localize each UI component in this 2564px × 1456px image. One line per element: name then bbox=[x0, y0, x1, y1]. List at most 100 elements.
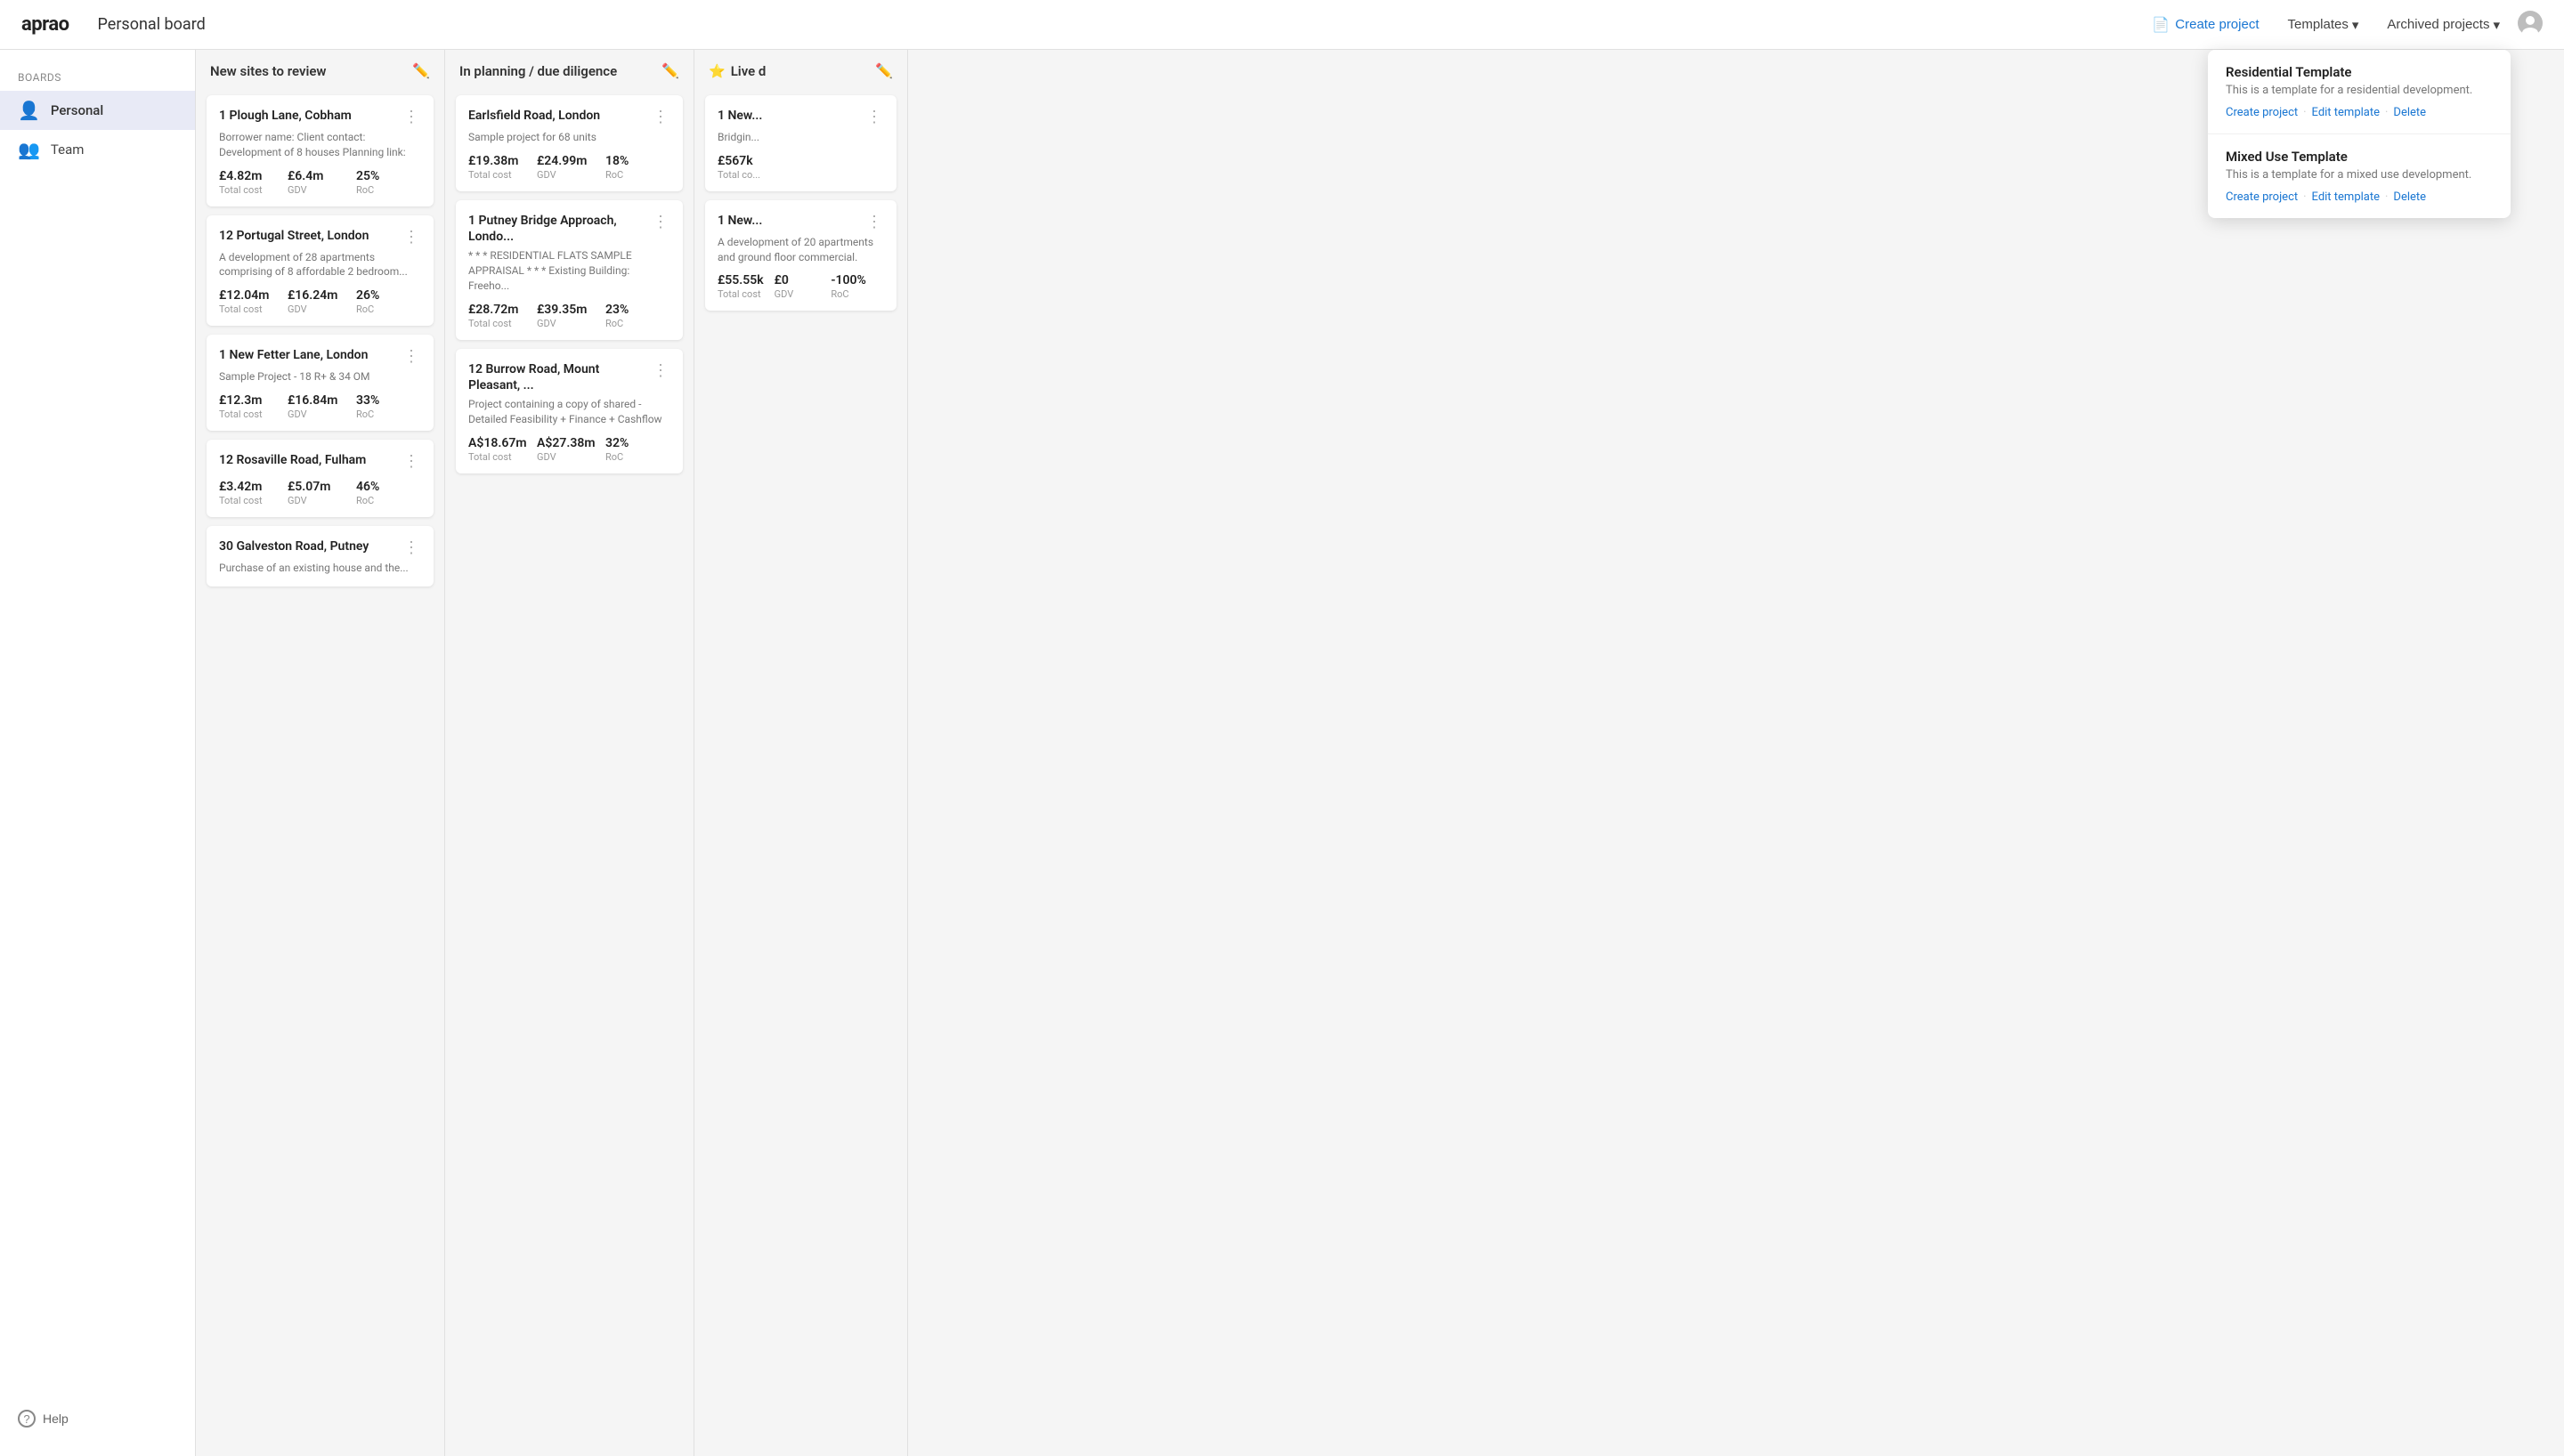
card-description: Sample Project - 18 R+ & 34 OM bbox=[219, 369, 421, 384]
card-stats: £28.72mTotal cost£39.35mGDV23%RoC bbox=[468, 303, 670, 329]
sidebar: Boards 👤 Personal 👥 Team ? Help bbox=[0, 50, 196, 1456]
card-menu-button[interactable]: ⋮ bbox=[402, 108, 421, 126]
stat-label: RoC bbox=[356, 184, 421, 196]
page-title: Personal board bbox=[98, 15, 2142, 34]
template-actions: Create project · Edit template · Delete bbox=[2226, 106, 2493, 119]
card-menu-button[interactable]: ⋮ bbox=[402, 347, 421, 366]
stat-label: RoC bbox=[356, 495, 421, 506]
stat-label: Total cost bbox=[219, 495, 284, 506]
stat-value: A$27.38m bbox=[537, 436, 602, 450]
stat-label: Total cost bbox=[468, 451, 533, 463]
template-edit[interactable]: Edit template bbox=[2312, 106, 2380, 119]
stat-value: 26% bbox=[356, 288, 421, 303]
card-stats: £19.38mTotal cost£24.99mGDV18%RoC bbox=[468, 154, 670, 181]
card-stats: £12.3mTotal cost£16.84mGDV33%RoC bbox=[219, 393, 421, 420]
stat-label: RoC bbox=[605, 318, 670, 329]
edit-column-icon[interactable]: ✏️ bbox=[875, 62, 893, 79]
card-description: A development of 20 apartments and groun… bbox=[718, 235, 884, 265]
stat-item: £6.4mGDV bbox=[288, 169, 353, 196]
stat-item: A$18.67mTotal cost bbox=[468, 436, 533, 463]
stat-value: 18% bbox=[605, 154, 670, 168]
column-cards: Earlsfield Road, London⋮Sample project f… bbox=[445, 88, 694, 481]
stat-value: 32% bbox=[605, 436, 670, 450]
card-description: Sample project for 68 units bbox=[468, 130, 670, 145]
stat-item: £5.07mGDV bbox=[288, 480, 353, 506]
stat-value: £3.42m bbox=[219, 480, 284, 494]
card-menu-button[interactable]: ⋮ bbox=[402, 228, 421, 247]
card-stats: £12.04mTotal cost£16.24mGDV26%RoC bbox=[219, 288, 421, 315]
project-card[interactable]: 1 Plough Lane, Cobham⋮Borrower name: Cli… bbox=[207, 95, 434, 206]
card-menu-button[interactable]: ⋮ bbox=[402, 538, 421, 557]
card-menu-button[interactable]: ⋮ bbox=[651, 361, 670, 380]
stat-label: RoC bbox=[356, 408, 421, 420]
edit-column-icon[interactable]: ✏️ bbox=[412, 62, 430, 79]
card-title: 30 Galveston Road, Putney bbox=[219, 538, 402, 554]
project-card[interactable]: 1 Putney Bridge Approach, Londo...⋮* * *… bbox=[456, 200, 683, 340]
stat-item: £4.82mTotal cost bbox=[219, 169, 284, 196]
stat-value: £19.38m bbox=[468, 154, 533, 168]
column-planning: In planning / due diligence✏️Earlsfield … bbox=[445, 50, 694, 1456]
project-card[interactable]: Earlsfield Road, London⋮ Sample project f… bbox=[456, 95, 683, 191]
project-card[interactable]: 1 New Fetter Lane, London⋮Sample Project… bbox=[207, 335, 434, 431]
card-title: 12 Burrow Road, Mount Pleasant, ... bbox=[468, 361, 651, 393]
stat-label: GDV bbox=[288, 303, 353, 315]
card-menu-button[interactable]: ⋮ bbox=[402, 452, 421, 471]
stat-item: 46%RoC bbox=[356, 480, 421, 506]
project-card[interactable]: 12 Portugal Street, London⋮ A development… bbox=[207, 215, 434, 327]
template-delete[interactable]: Delete bbox=[2393, 106, 2426, 119]
card-description: A development of 28 apartments comprisin… bbox=[219, 250, 421, 280]
card-title: 1 Plough Lane, Cobham bbox=[219, 108, 402, 124]
card-title: Earlsfield Road, London bbox=[468, 108, 651, 124]
sidebar-item-personal[interactable]: 👤 Personal bbox=[0, 91, 195, 130]
stat-item: £55.55kTotal cost bbox=[718, 273, 771, 300]
card-menu-button[interactable]: ⋮ bbox=[864, 108, 884, 126]
stat-item: A$27.38mGDV bbox=[537, 436, 602, 463]
project-card[interactable]: 12 Rosaville Road, Fulham⋮ £3.42mTotal co… bbox=[207, 440, 434, 517]
archived-projects-button[interactable]: Archived projects ▾ bbox=[2376, 12, 2511, 38]
sidebar-item-team[interactable]: 👥 Team bbox=[0, 130, 195, 169]
card-menu-button[interactable]: ⋮ bbox=[651, 108, 670, 126]
help-button[interactable]: ? Help bbox=[18, 1410, 69, 1428]
user-avatar-button[interactable] bbox=[2518, 11, 2543, 38]
sidebar-item-label: Team bbox=[51, 142, 85, 158]
stat-item: 25%RoC bbox=[356, 169, 421, 196]
project-card[interactable]: 1 New...⋮Bridgin...£567kTotal co... bbox=[705, 95, 897, 191]
column-new-sites: New sites to review✏️1 Plough Lane, Cobh… bbox=[196, 50, 445, 1456]
card-description: Purchase of an existing house and the... bbox=[219, 561, 421, 576]
project-card[interactable]: 1 New...⋮A development of 20 apartments … bbox=[705, 200, 897, 311]
document-icon: 📄 bbox=[2152, 16, 2170, 34]
stat-value: £567k bbox=[718, 154, 771, 168]
person-icon: 👤 bbox=[18, 100, 40, 121]
stat-item: £39.35mGDV bbox=[537, 303, 602, 329]
edit-column-icon[interactable]: ✏️ bbox=[661, 62, 679, 79]
card-description: * * * RESIDENTIAL FLATS SAMPLE APPRAISAL… bbox=[468, 248, 670, 293]
stat-label: RoC bbox=[831, 288, 884, 300]
stat-value: A$18.67m bbox=[468, 436, 533, 450]
app-logo: aprao bbox=[21, 13, 69, 36]
archived-label: Archived projects bbox=[2387, 17, 2489, 32]
card-title: 12 Portugal Street, London bbox=[219, 228, 402, 244]
project-card[interactable]: 12 Burrow Road, Mount Pleasant, ...⋮Proj… bbox=[456, 349, 683, 473]
card-stats: £3.42mTotal cost £5.07mGDV46%RoC bbox=[219, 480, 421, 506]
template-delete[interactable]: Delete bbox=[2393, 190, 2426, 204]
create-project-button[interactable]: 📄 Create project bbox=[2141, 11, 2269, 39]
templates-button[interactable]: Templates ▾ bbox=[2277, 12, 2370, 38]
stat-item bbox=[775, 154, 828, 181]
template-create-project[interactable]: Create project bbox=[2226, 106, 2298, 119]
templates-dropdown: Residential Template This is a template … bbox=[2208, 50, 2511, 218]
column-cards: 1 New...⋮Bridgin...£567kTotal co...1 New… bbox=[694, 88, 907, 318]
card-description: Bridgin... bbox=[718, 130, 884, 145]
stat-label: GDV bbox=[288, 408, 353, 420]
stat-value: 25% bbox=[356, 169, 421, 183]
stat-item: 32%RoC bbox=[605, 436, 670, 463]
card-menu-button[interactable]: ⋮ bbox=[864, 213, 884, 231]
stat-label: Total cost bbox=[219, 184, 284, 196]
stat-item: £16.84mGDV bbox=[288, 393, 353, 420]
card-title: 1 New... bbox=[718, 108, 864, 124]
card-title: 12 Rosaville Road, Fulham bbox=[219, 452, 402, 468]
card-menu-button[interactable]: ⋮ bbox=[651, 213, 670, 231]
stat-item: £12.3mTotal cost bbox=[219, 393, 284, 420]
template-create-project[interactable]: Create project bbox=[2226, 190, 2298, 204]
template-edit[interactable]: Edit template bbox=[2312, 190, 2380, 204]
project-card[interactable]: 30 Galveston Road, Putney⋮ Purchase of an… bbox=[207, 526, 434, 586]
